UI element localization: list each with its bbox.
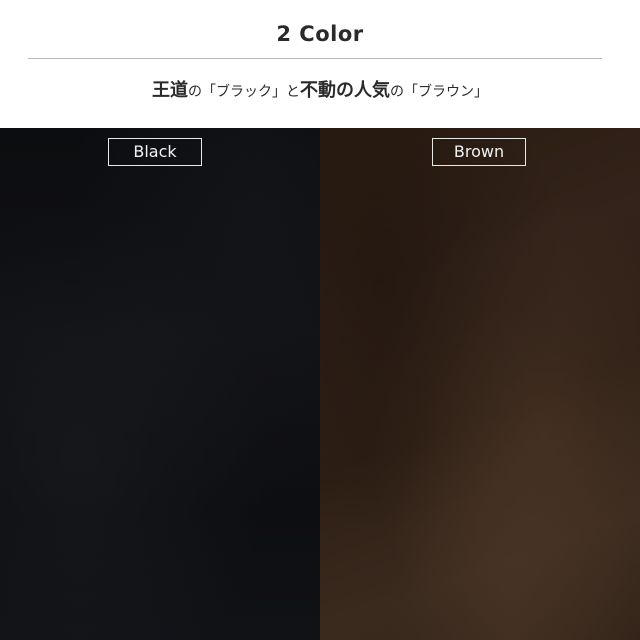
- page-title: 2 Color: [276, 22, 364, 46]
- color-label-brown: Brown: [432, 138, 526, 166]
- tagline-text-1: の「ブラック」と: [188, 84, 300, 100]
- color-swatches: Black Brown: [0, 128, 640, 640]
- tagline-text-2: の「ブラウン」: [390, 84, 488, 100]
- swatch-brown: Brown: [320, 128, 640, 640]
- swatch-black: Black: [0, 128, 320, 640]
- tagline-emphasis-1: 王道: [152, 80, 188, 101]
- header: 2 Color 王道の「ブラック」と不動の人気の「ブラウン」: [0, 0, 640, 128]
- tagline-emphasis-2: 不動の人気: [300, 80, 390, 101]
- tagline: 王道の「ブラック」と不動の人気の「ブラウン」: [0, 76, 640, 102]
- color-label-black: Black: [108, 138, 202, 166]
- color-variation-banner: 2 Color 王道の「ブラック」と不動の人気の「ブラウン」 Black Bro…: [0, 0, 640, 640]
- divider: [28, 58, 602, 59]
